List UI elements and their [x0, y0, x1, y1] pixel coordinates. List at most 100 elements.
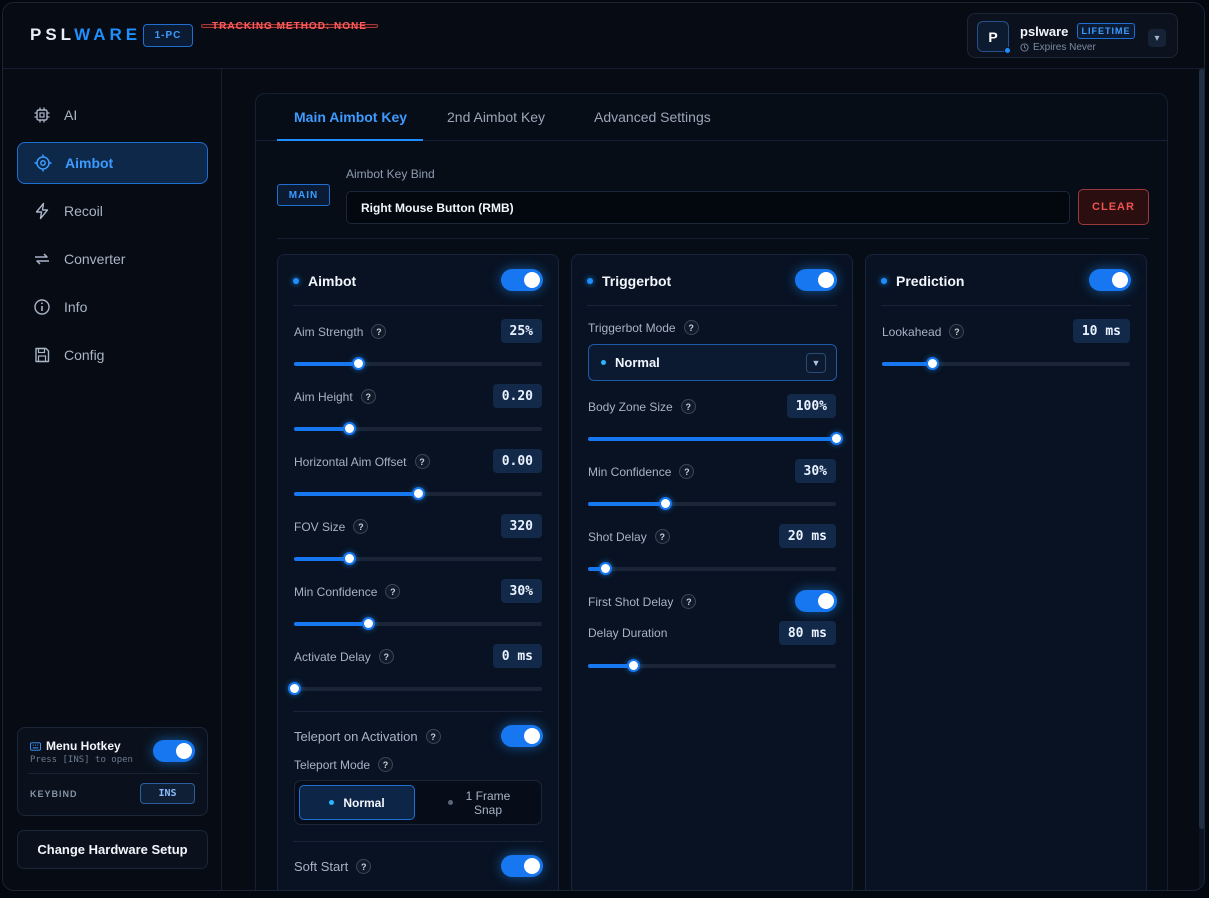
help-icon[interactable]: ?: [683, 320, 699, 335]
clear-keybind-button[interactable]: CLEAR: [1078, 189, 1149, 225]
help-icon[interactable]: ?: [378, 649, 394, 664]
sidebar-item-recoil[interactable]: Recoil: [17, 190, 208, 232]
horizontal-aim-offset-slider[interactable]: [294, 487, 542, 500]
keybind-field-label: Aimbot Key Bind: [346, 167, 435, 181]
slider-handle[interactable]: [288, 682, 301, 695]
sidebar-item-config[interactable]: Config: [17, 334, 208, 376]
body-zone-size-label: Body Zone Size?: [588, 399, 696, 414]
change-hardware-setup-button[interactable]: Change Hardware Setup: [17, 830, 208, 869]
option-dot: [329, 800, 335, 805]
tab-main-aimbot-key[interactable]: Main Aimbot Key: [294, 109, 407, 125]
slider-handle[interactable]: [342, 422, 356, 435]
min-confidence-value: 30%: [500, 579, 542, 603]
slider-fill: [294, 622, 369, 626]
chevron-down-icon: ▼: [806, 353, 826, 373]
teleport-mode-normal[interactable]: Normal: [299, 785, 415, 820]
trigger-min-confidence-value: 30%: [794, 459, 836, 483]
delay-duration-label: Delay Duration: [588, 626, 668, 640]
help-icon[interactable]: ?: [356, 859, 372, 874]
swap-icon: [35, 253, 49, 265]
menu-hotkey-title: Menu Hotkey: [30, 739, 121, 753]
help-icon[interactable]: ?: [949, 324, 965, 339]
help-icon[interactable]: ?: [414, 454, 430, 469]
slider-handle[interactable]: [362, 617, 376, 630]
tab-advanced-settings[interactable]: Advanced Settings: [594, 109, 711, 125]
divider: [293, 841, 543, 842]
sidebar-item-label: Config: [64, 347, 105, 363]
prediction-enable-toggle[interactable]: [1089, 269, 1131, 291]
help-icon[interactable]: ?: [680, 399, 696, 414]
slider-fill: [294, 427, 349, 431]
scrollbar[interactable]: [1199, 69, 1204, 890]
teleport-on-activation-label: Teleport on Activation?: [294, 729, 441, 744]
lookahead-slider[interactable]: [882, 357, 1130, 370]
sidebar-item-ai[interactable]: AI: [17, 94, 208, 136]
sidebar-item-label: AI: [64, 107, 78, 123]
triggerbot-card: Triggerbot Triggerbot Mode? Normal ▼ Bod…: [571, 254, 853, 890]
slider-handle[interactable]: [412, 487, 425, 500]
min-confidence-slider[interactable]: [294, 617, 542, 630]
slider-handle[interactable]: [830, 432, 843, 445]
sidebar-item-info[interactable]: Info: [17, 286, 208, 328]
chip-icon: [34, 107, 50, 123]
triggerbot-mode-select[interactable]: Normal ▼: [588, 344, 837, 381]
aim-strength-label: Aim Strength?: [294, 324, 387, 339]
shot-delay-slider[interactable]: [588, 562, 836, 575]
help-icon[interactable]: ?: [679, 464, 695, 479]
sidebar-item-aimbot[interactable]: Aimbot: [17, 142, 208, 184]
soft-start-toggle[interactable]: [501, 855, 543, 877]
shot-delay-value: 20 ms: [778, 524, 836, 548]
tracking-method-badge: TRACKING METHOD: NONE: [201, 21, 378, 32]
divider: [587, 305, 837, 306]
chevron-down-icon[interactable]: ▾: [1148, 29, 1166, 47]
triggerbot-enable-toggle[interactable]: [795, 269, 837, 291]
slider-handle[interactable]: [352, 357, 366, 370]
teleport-on-activation-toggle[interactable]: [501, 725, 543, 747]
avatar: P: [977, 21, 1011, 54]
aimbot-keybind-field[interactable]: Right Mouse Button (RMB): [346, 191, 1070, 224]
app-window: PSLWARE 1-PC TRACKING METHOD: NONE P psl…: [2, 2, 1205, 891]
trigger-min-confidence-slider[interactable]: [588, 497, 836, 510]
teleport-mode-1-frame-snap[interactable]: 1 Frame Snap: [423, 785, 539, 820]
tab-2nd-aimbot-key[interactable]: 2nd Aimbot Key: [447, 109, 545, 125]
slider-handle[interactable]: [599, 562, 613, 575]
fov-size-value: 320: [500, 514, 542, 538]
aimbot-enable-toggle[interactable]: [501, 269, 543, 291]
scrollbar-thumb[interactable]: [1199, 69, 1204, 829]
tab-bar: Main Aimbot Key 2nd Aimbot Key Advanced …: [256, 94, 1167, 141]
body-zone-size-slider[interactable]: [588, 432, 843, 445]
help-icon[interactable]: ?: [425, 729, 441, 744]
online-status-dot: [1004, 47, 1011, 54]
help-icon[interactable]: ?: [360, 389, 376, 404]
menu-hotkey-toggle[interactable]: [153, 740, 195, 762]
delay-duration-slider[interactable]: [588, 659, 836, 672]
aim-strength-slider[interactable]: [294, 357, 542, 370]
sidebar-item-converter[interactable]: Converter: [17, 238, 208, 280]
trigger-min-confidence-label: Min Confidence?: [588, 464, 695, 479]
slider-handle[interactable]: [626, 659, 640, 672]
help-icon[interactable]: ?: [378, 757, 394, 772]
keybind-key-button[interactable]: INS: [140, 783, 195, 804]
aim-height-slider[interactable]: [294, 422, 542, 435]
help-icon[interactable]: ?: [385, 584, 401, 599]
main-panel: Main Aimbot Key 2nd Aimbot Key Advanced …: [255, 93, 1168, 890]
help-icon[interactable]: ?: [371, 324, 387, 339]
slider-handle[interactable]: [342, 552, 356, 565]
save-icon: [35, 347, 50, 363]
help-icon[interactable]: ?: [681, 594, 697, 609]
divider: [881, 305, 1131, 306]
help-icon[interactable]: ?: [353, 519, 369, 534]
expiry-text: Expires Never: [1020, 42, 1096, 53]
first-shot-delay-toggle[interactable]: [795, 590, 837, 612]
sidebar-item-label: Aimbot: [65, 155, 114, 171]
fov-size-label: FOV Size?: [294, 519, 369, 534]
activate-delay-slider[interactable]: [288, 682, 542, 695]
option-dot: [448, 800, 453, 805]
help-icon[interactable]: ?: [654, 529, 670, 544]
fov-size-slider[interactable]: [294, 552, 542, 565]
slider-fill: [294, 492, 418, 496]
slider-handle[interactable]: [925, 357, 939, 370]
slider-handle[interactable]: [658, 497, 672, 510]
user-menu[interactable]: P pslware LIFETIME Expires Never ▾: [967, 13, 1178, 58]
slider-fill: [588, 664, 633, 668]
